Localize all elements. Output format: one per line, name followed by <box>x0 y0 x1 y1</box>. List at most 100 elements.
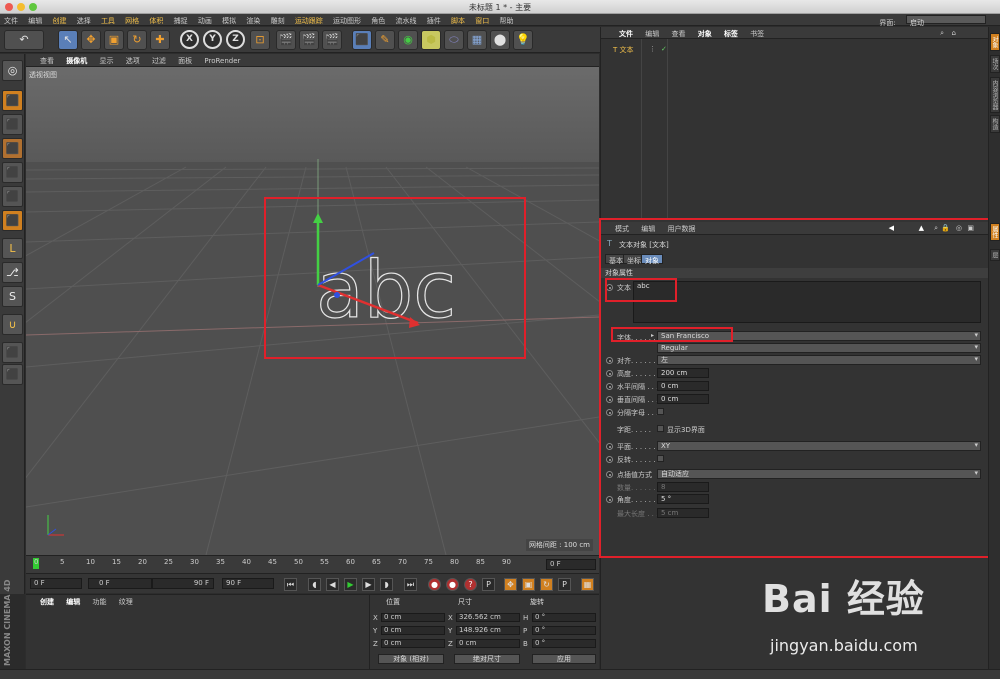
layout-dropdown[interactable]: 启动 <box>906 15 986 27</box>
motion-mode-icon[interactable]: P <box>482 578 495 591</box>
prev-key-icon[interactable]: ◖ <box>308 578 321 591</box>
pos-y-field[interactable]: 0 cm <box>381 626 445 635</box>
move-tool-icon[interactable]: ✥ <box>81 30 101 50</box>
tweak-mode-icon[interactable]: ⎇ <box>2 262 23 283</box>
tab-objects-vertical[interactable]: 对象 <box>990 33 1000 51</box>
menu-plugins[interactable]: 插件 <box>423 14 445 28</box>
model-mode-icon[interactable]: ⬛ <box>2 90 23 111</box>
record-icon[interactable]: ● <box>428 578 441 591</box>
prev-frame-icon[interactable]: ◀ <box>326 578 339 591</box>
viewport-menu-options[interactable]: 选项 <box>121 54 145 68</box>
floor-icon[interactable]: ▦ <box>467 30 487 50</box>
axis-mode-icon[interactable]: L <box>2 238 23 259</box>
timeline-ruler[interactable]: 0 5 10 15 20 25 30 35 40 45 50 55 60 65 … <box>26 555 599 573</box>
current-frame-field[interactable]: 0 F <box>546 559 596 570</box>
render-view-icon[interactable]: 🎬 <box>276 30 296 50</box>
key-pla-icon[interactable]: ▦ <box>581 578 594 591</box>
viewport-menu-filter[interactable]: 过滤 <box>147 54 171 68</box>
menu-help[interactable]: 帮助 <box>495 14 517 28</box>
y-axis-lock-icon[interactable]: Y <box>203 30 222 49</box>
material-menu-function[interactable]: 功能 <box>87 595 111 609</box>
material-menu-texture[interactable]: 纹理 <box>114 595 138 609</box>
menu-motion-tracking[interactable]: 运动跟踪 <box>291 14 327 28</box>
menu-render[interactable]: 渲染 <box>242 14 264 28</box>
snap-icon[interactable]: S <box>2 286 23 307</box>
keyframe-selection-icon[interactable]: ? <box>464 578 477 591</box>
om-menu-file[interactable]: 文件 <box>601 27 638 41</box>
material-menu-create[interactable]: 创建 <box>26 595 59 609</box>
om-home-icon[interactable]: ⌂ <box>947 27 961 39</box>
om-menu-edit[interactable]: 编辑 <box>640 27 664 41</box>
texture-mode-icon[interactable]: ⬛ <box>2 114 23 135</box>
camera-icon[interactable]: ⬤ <box>490 30 510 50</box>
menu-script[interactable]: 脚本 <box>447 14 469 28</box>
om-menu-view[interactable]: 查看 <box>666 27 690 41</box>
deformer-icon[interactable]: ⬭ <box>444 30 464 50</box>
viewport-menu-cameras[interactable]: 摄像机 <box>61 54 92 68</box>
key-scale-icon[interactable]: ▣ <box>522 578 535 591</box>
coordinate-system-icon[interactable]: ⊡ <box>250 30 270 50</box>
range-start-field[interactable]: 0 F <box>88 578 152 589</box>
menu-character[interactable]: 角色 <box>367 14 389 28</box>
menu-sculpt[interactable]: 雕刻 <box>267 14 289 28</box>
next-key-icon[interactable]: ◗ <box>380 578 393 591</box>
om-menu-tags[interactable]: 标签 <box>719 27 743 41</box>
material-menu-edit[interactable]: 编辑 <box>61 595 85 609</box>
pos-z-field[interactable]: 0 cm <box>381 639 445 648</box>
make-editable-icon[interactable]: ◎ <box>2 60 23 81</box>
menu-mesh[interactable]: 网格 <box>121 14 143 28</box>
end-frame-field[interactable]: 90 F <box>222 578 274 589</box>
size-x-field[interactable]: 326.562 cm <box>456 613 520 622</box>
size-z-field[interactable]: 0 cm <box>456 639 520 648</box>
perspective-viewport[interactable]: abc 透视视图 网格间距 : 100 cm <box>26 67 599 555</box>
tab-structure-vertical[interactable]: 构造 <box>990 115 1000 133</box>
object-visibility-icon[interactable]: ⋮ <box>649 45 656 53</box>
menu-pipeline[interactable]: 流水线 <box>392 14 421 28</box>
tab-attributes-vertical[interactable]: 属性 <box>990 223 1000 241</box>
polygons-mode-icon[interactable]: ⬛ <box>2 210 23 231</box>
menu-animate[interactable]: 动画 <box>194 14 216 28</box>
menu-tools[interactable]: 工具 <box>97 14 119 28</box>
next-frame-icon[interactable]: ▶ <box>362 578 375 591</box>
menu-mograph[interactable]: 运动图形 <box>329 14 365 28</box>
rot-h-field[interactable]: 0 ° <box>532 613 596 622</box>
z-axis-lock-icon[interactable]: Z <box>226 30 245 49</box>
live-select-icon[interactable]: ↖ <box>58 30 78 50</box>
menu-create[interactable]: 创建 <box>48 14 70 28</box>
menu-select[interactable]: 选择 <box>73 14 95 28</box>
rot-p-field[interactable]: 0 ° <box>532 626 596 635</box>
viewport-menu-prorender[interactable]: ProRender <box>199 55 245 67</box>
render-picture-viewer-icon[interactable]: 🎬 <box>299 30 319 50</box>
menu-simulate[interactable]: 模拟 <box>218 14 240 28</box>
play-icon[interactable]: ▶ <box>344 578 357 591</box>
menu-edit[interactable]: 编辑 <box>24 14 46 28</box>
viewport-menu-panel[interactable]: 面板 <box>173 54 197 68</box>
apply-button[interactable]: 应用 <box>532 654 596 664</box>
key-param-icon[interactable]: P <box>558 578 571 591</box>
x-axis-lock-icon[interactable]: X <box>180 30 199 49</box>
goto-start-icon[interactable]: ⏮ <box>284 578 297 591</box>
object-row-text[interactable]: T 文本 ⋮ ✓ <box>613 45 703 55</box>
undo-icon[interactable]: ↶ <box>4 30 44 50</box>
pen-spline-icon[interactable]: ✎ <box>375 30 395 50</box>
key-position-icon[interactable]: ✥ <box>504 578 517 591</box>
menu-snap[interactable]: 捕捉 <box>170 14 192 28</box>
size-mode-dropdown[interactable]: 绝对尺寸 <box>454 654 520 664</box>
rotate-tool-icon[interactable]: ↻ <box>127 30 147 50</box>
tab-content-browser-vertical[interactable]: 内容浏览器 <box>990 77 1000 113</box>
scale-tool-icon[interactable]: ▣ <box>104 30 124 50</box>
menu-window[interactable]: 窗口 <box>471 14 493 28</box>
viewport-menu-display[interactable]: 显示 <box>94 54 118 68</box>
array-icon[interactable]: ⬢ <box>421 30 441 50</box>
points-mode-icon[interactable]: ⬛ <box>2 162 23 183</box>
tab-takes-vertical[interactable]: 场次 <box>990 55 1000 73</box>
edges-mode-icon[interactable]: ⬛ <box>2 186 23 207</box>
object-enabled-check-icon[interactable]: ✓ <box>661 45 667 53</box>
goto-end-icon[interactable]: ⏭ <box>404 578 417 591</box>
planar-workplane-icon[interactable]: ⬛ <box>2 364 23 385</box>
menu-file[interactable]: 文件 <box>0 14 22 28</box>
menu-volume[interactable]: 体积 <box>145 14 167 28</box>
lock-workplane-icon[interactable]: ⬛ <box>2 342 23 363</box>
start-frame-field[interactable]: 0 F <box>30 578 82 589</box>
om-menu-objects[interactable]: 对象 <box>693 27 717 41</box>
